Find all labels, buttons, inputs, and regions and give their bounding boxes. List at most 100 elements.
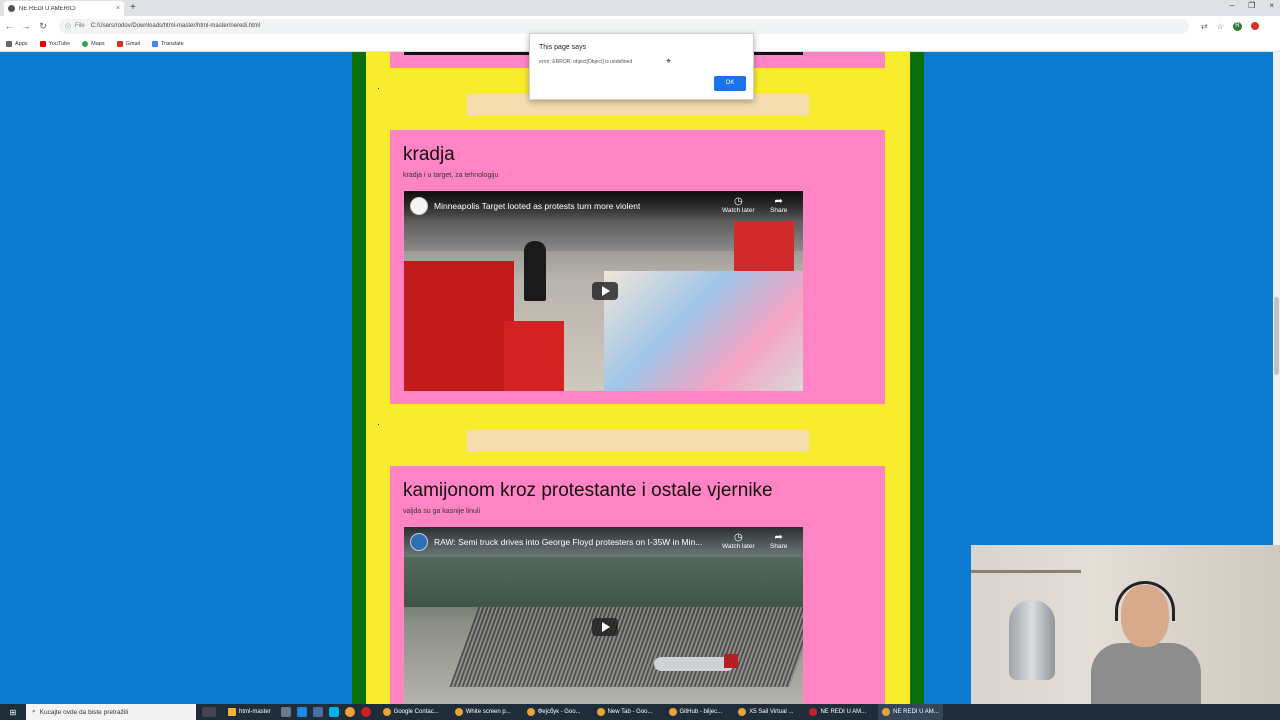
alert-title: This page says (539, 44, 587, 51)
taskbar-app[interactable]: html-master (224, 704, 275, 720)
chrome-icon[interactable] (344, 707, 355, 717)
share-icon: ➦ (774, 196, 783, 207)
windows-taskbar: ⊞ ⌕ Kucajte ovde da biste pretražili htm… (0, 704, 1280, 720)
mail-icon[interactable] (312, 707, 323, 717)
alert-dialog: This page says error: ERROR: object[Obje… (529, 33, 754, 100)
scrollbar-thumb[interactable] (1274, 297, 1279, 375)
folder-icon (228, 708, 236, 716)
bookmark-youtube[interactable]: YouTube (39, 40, 70, 47)
browser-tab[interactable]: NE REDI U AMERICI × (4, 1, 124, 16)
star-icon[interactable]: ☆ (1217, 22, 1224, 31)
bookmark-apps[interactable]: Apps (6, 40, 28, 47)
chrome-icon (596, 708, 605, 716)
watch-later-button[interactable]: ◷ Watch later (722, 532, 755, 551)
mouse-cursor-icon: ⌖ (666, 56, 672, 66)
taskbar-app[interactable]: Фејсбук - Goo... (523, 704, 585, 720)
reload-icon[interactable]: ↻ (35, 21, 51, 32)
chrome-icon (882, 708, 891, 716)
taskbar-app-active[interactable]: NE REDI U AM... (878, 704, 943, 720)
close-tab-icon[interactable]: × (116, 5, 120, 12)
video-title[interactable]: Minneapolis Target looted as protests tu… (434, 201, 640, 211)
taskbar-app-label: html-master (239, 709, 271, 715)
taskbar-app-label: NE REDI U AM... (893, 709, 939, 715)
video-frame-display (604, 271, 803, 391)
tab-strip: NE REDI U AMERICI × + – ❐ × (0, 0, 1280, 16)
watch-later-label: Watch later (722, 543, 755, 550)
window-controls: – ❐ × (1230, 1, 1274, 10)
chrome-icon (382, 708, 391, 716)
stray-dot (378, 424, 379, 425)
taskbar-app-label: NE REDI U AM... (820, 709, 867, 715)
globe-icon (8, 5, 15, 12)
taskbar-search[interactable]: ⌕ Kucajte ovde da biste pretražili (26, 704, 196, 720)
opera-icon[interactable] (360, 707, 371, 717)
translate-icon[interactable]: ⇄ (1201, 22, 1208, 31)
chrome-icon (668, 708, 677, 716)
gmail-icon (116, 40, 123, 47)
taskbar-app-label: New Tab - Goo... (607, 709, 653, 715)
ok-button[interactable]: OK (714, 76, 746, 91)
stray-dot (378, 88, 379, 89)
translate-icon (152, 40, 158, 47)
watch-later-button[interactable]: ◷ Watch later (722, 196, 755, 215)
microphone-icon (1009, 600, 1055, 680)
bookmark-label: Apps (15, 40, 28, 47)
address-scheme-label: File (75, 23, 85, 29)
bookmark-translate[interactable]: Translate (152, 40, 184, 47)
maximize-icon[interactable]: ❐ (1248, 1, 1255, 10)
profile-avatar[interactable]: R (1232, 21, 1242, 31)
clock-icon: ◷ (733, 532, 743, 543)
taskbar-app[interactable]: Google Contac... (379, 704, 443, 720)
chrome-icon (526, 708, 535, 716)
youtube-icon (39, 40, 46, 47)
play-button[interactable] (592, 282, 618, 300)
maps-pin-icon (82, 40, 89, 47)
camera-icon[interactable] (280, 707, 291, 717)
close-window-icon[interactable]: × (1269, 1, 1274, 10)
webcam-shelf (971, 570, 1081, 573)
video-frame-trees (404, 557, 803, 607)
extension-icon[interactable] (1250, 22, 1259, 30)
chrome-icon (454, 708, 463, 716)
channel-avatar[interactable] (410, 197, 428, 215)
share-button[interactable]: ➦ Share (770, 196, 788, 215)
minimize-icon[interactable]: – (1230, 1, 1234, 10)
play-button[interactable] (592, 618, 618, 636)
taskbar-app[interactable]: NE REDI U AM... (805, 704, 870, 720)
search-icon: ⌕ (32, 708, 36, 715)
edge-icon[interactable] (296, 707, 307, 717)
apps-grid-icon (6, 40, 12, 47)
taskbar-app[interactable]: GitHub - biljec... (665, 704, 727, 720)
card-title: kradja (403, 144, 455, 165)
webcam-person-body (1091, 643, 1201, 707)
address-text: C:/Users/rodov/Downloads/html-master/htm… (90, 23, 261, 29)
forward-icon[interactable]: → (18, 21, 34, 31)
card-title: kamijonom kroz protestante i ostale vjer… (403, 480, 773, 501)
taskbar-app-label: White screen p... (465, 709, 511, 715)
video-card: kamijonom kroz protestante i ostale vjer… (390, 466, 885, 704)
channel-avatar[interactable] (410, 533, 428, 551)
video-frame-shelf (404, 261, 514, 391)
back-icon[interactable]: ← (1, 21, 17, 31)
task-view-icon[interactable] (202, 707, 216, 717)
taskbar-app-label: Фејсбук - Goo... (537, 709, 581, 715)
clock-icon: ◷ (733, 196, 743, 207)
bookmark-maps[interactable]: Maps (82, 40, 105, 47)
windows-start-icon[interactable]: ⊞ (0, 708, 26, 717)
new-tab-button[interactable]: + (130, 2, 136, 13)
taskbar-app[interactable]: New Tab - Goo... (593, 704, 657, 720)
address-bar[interactable]: ⓘ File C:/Users/rodov/Downloads/html-mas… (59, 18, 1189, 34)
taskbar-app[interactable]: White screen p... (451, 704, 515, 720)
video-title[interactable]: RAW: Semi truck drives into George Floyd… (434, 537, 702, 547)
info-icon[interactable]: ⓘ (65, 22, 71, 31)
webcam-overlay (971, 545, 1280, 707)
taskbar-app[interactable]: X5 Sail Virtual ... (734, 704, 797, 720)
bookmark-gmail[interactable]: Gmail (116, 40, 140, 47)
share-button[interactable]: ➦ Share (770, 533, 787, 551)
share-label: Share (770, 207, 788, 214)
video-embed[interactable]: RAW: Semi truck drives into George Floyd… (404, 527, 803, 704)
video-frame-truck (654, 657, 734, 671)
video-embed[interactable]: Minneapolis Target looted as protests tu… (404, 191, 803, 391)
skype-icon[interactable] (328, 707, 339, 717)
separator-strip (467, 430, 809, 452)
